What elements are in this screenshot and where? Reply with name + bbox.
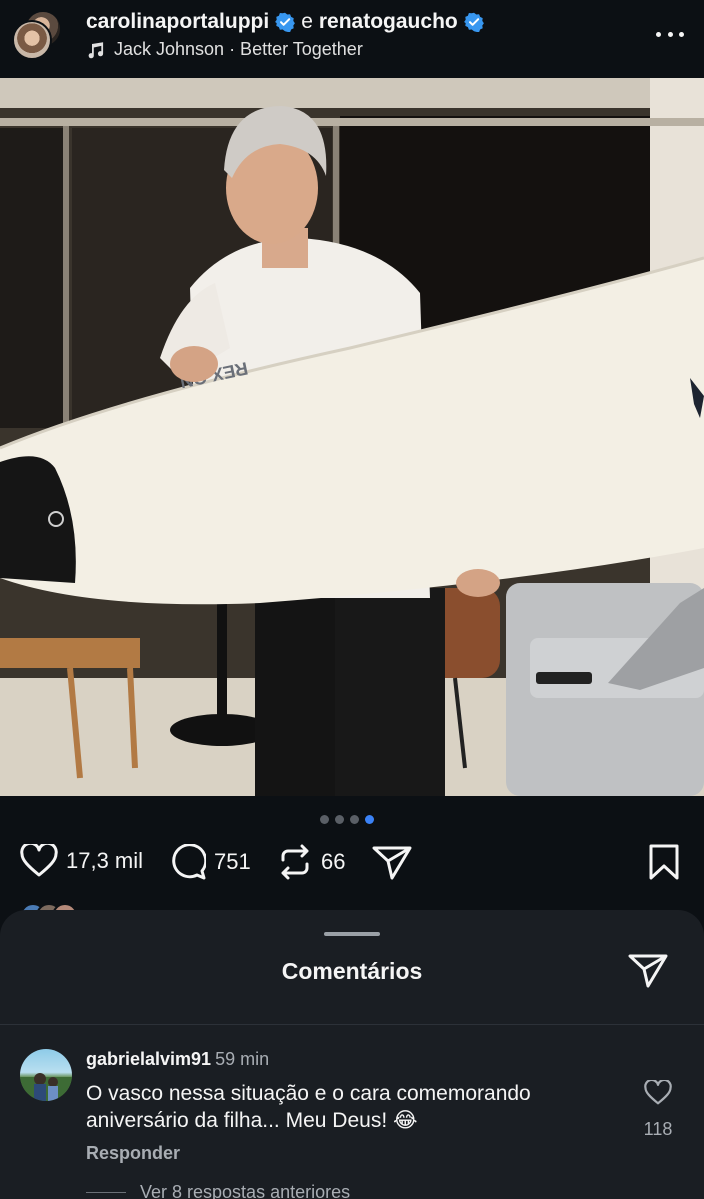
comment-count[interactable]: 751 bbox=[214, 849, 251, 875]
collab-avatars[interactable] bbox=[12, 10, 64, 62]
like-button[interactable]: 17,3 mil bbox=[20, 844, 143, 878]
avatar-renatogaucho[interactable] bbox=[12, 20, 52, 60]
comment-like-button[interactable]: 118 bbox=[638, 1078, 678, 1140]
share-button[interactable] bbox=[372, 844, 412, 880]
action-bar: 17,3 mil 751 66 bbox=[0, 840, 704, 890]
repost-button[interactable]: 66 bbox=[277, 844, 345, 880]
share-button[interactable] bbox=[628, 952, 668, 993]
like-count[interactable]: 17,3 mil bbox=[66, 848, 143, 874]
post-authors: carolinaportaluppi e renatogaucho bbox=[86, 10, 484, 34]
post-header: carolinaportaluppi e renatogaucho Jack J… bbox=[0, 0, 704, 78]
send-icon bbox=[628, 954, 668, 988]
repost-icon bbox=[281, 844, 309, 880]
sheet-grabber[interactable] bbox=[324, 932, 380, 936]
music-label: Jack Johnson · Better Together bbox=[114, 39, 363, 59]
comment-button[interactable]: 751 bbox=[170, 844, 251, 880]
photo-scene: REX ON bbox=[0, 78, 704, 796]
carousel-dot bbox=[320, 815, 329, 824]
verified-badge-icon bbox=[275, 12, 296, 32]
comment-text: O vasco nessa situação e o cara comemora… bbox=[86, 1082, 531, 1132]
carousel-dot bbox=[350, 815, 359, 824]
verified-badge-icon bbox=[463, 12, 484, 32]
comment-icon bbox=[172, 844, 206, 880]
heart-icon bbox=[644, 1078, 672, 1105]
comment-time: 59 min bbox=[215, 1049, 270, 1069]
post-photo[interactable]: REX ON bbox=[0, 78, 704, 796]
send-icon bbox=[372, 846, 412, 880]
comment-like-count: 118 bbox=[643, 1119, 673, 1139]
save-button[interactable] bbox=[648, 844, 680, 880]
sheet-title: Comentários bbox=[281, 958, 423, 984]
carousel-dot-active bbox=[365, 815, 374, 824]
divider bbox=[86, 1192, 126, 1193]
repost-count[interactable]: 66 bbox=[321, 849, 345, 875]
heart-icon bbox=[20, 844, 58, 877]
username-1[interactable]: carolinaportaluppi bbox=[86, 10, 269, 34]
comment-author[interactable]: gabrielalvim91 bbox=[86, 1049, 211, 1069]
avatar[interactable] bbox=[20, 1049, 72, 1101]
reply-button[interactable]: Responder bbox=[86, 1143, 180, 1164]
author-connector: e bbox=[301, 10, 313, 33]
more-options-icon[interactable] bbox=[656, 22, 684, 46]
carousel-dot bbox=[335, 815, 344, 824]
carousel-indicator bbox=[320, 815, 374, 824]
music-note-icon bbox=[88, 41, 104, 58]
divider bbox=[0, 1024, 704, 1025]
bookmark-icon bbox=[649, 844, 679, 880]
music-attribution[interactable]: Jack Johnson · Better Together bbox=[86, 39, 363, 60]
comments-sheet: Comentários gabrielalvim91 59 min O vasco… bbox=[0, 910, 704, 1199]
comment-username[interactable]: gabrielalvim91 59 min bbox=[86, 1049, 269, 1070]
username-2[interactable]: renatogaucho bbox=[319, 10, 458, 34]
view-replies-button[interactable]: Ver 8 respostas anteriores bbox=[86, 1182, 350, 1199]
view-replies-label[interactable]: Ver 8 respostas anteriores bbox=[140, 1182, 350, 1199]
